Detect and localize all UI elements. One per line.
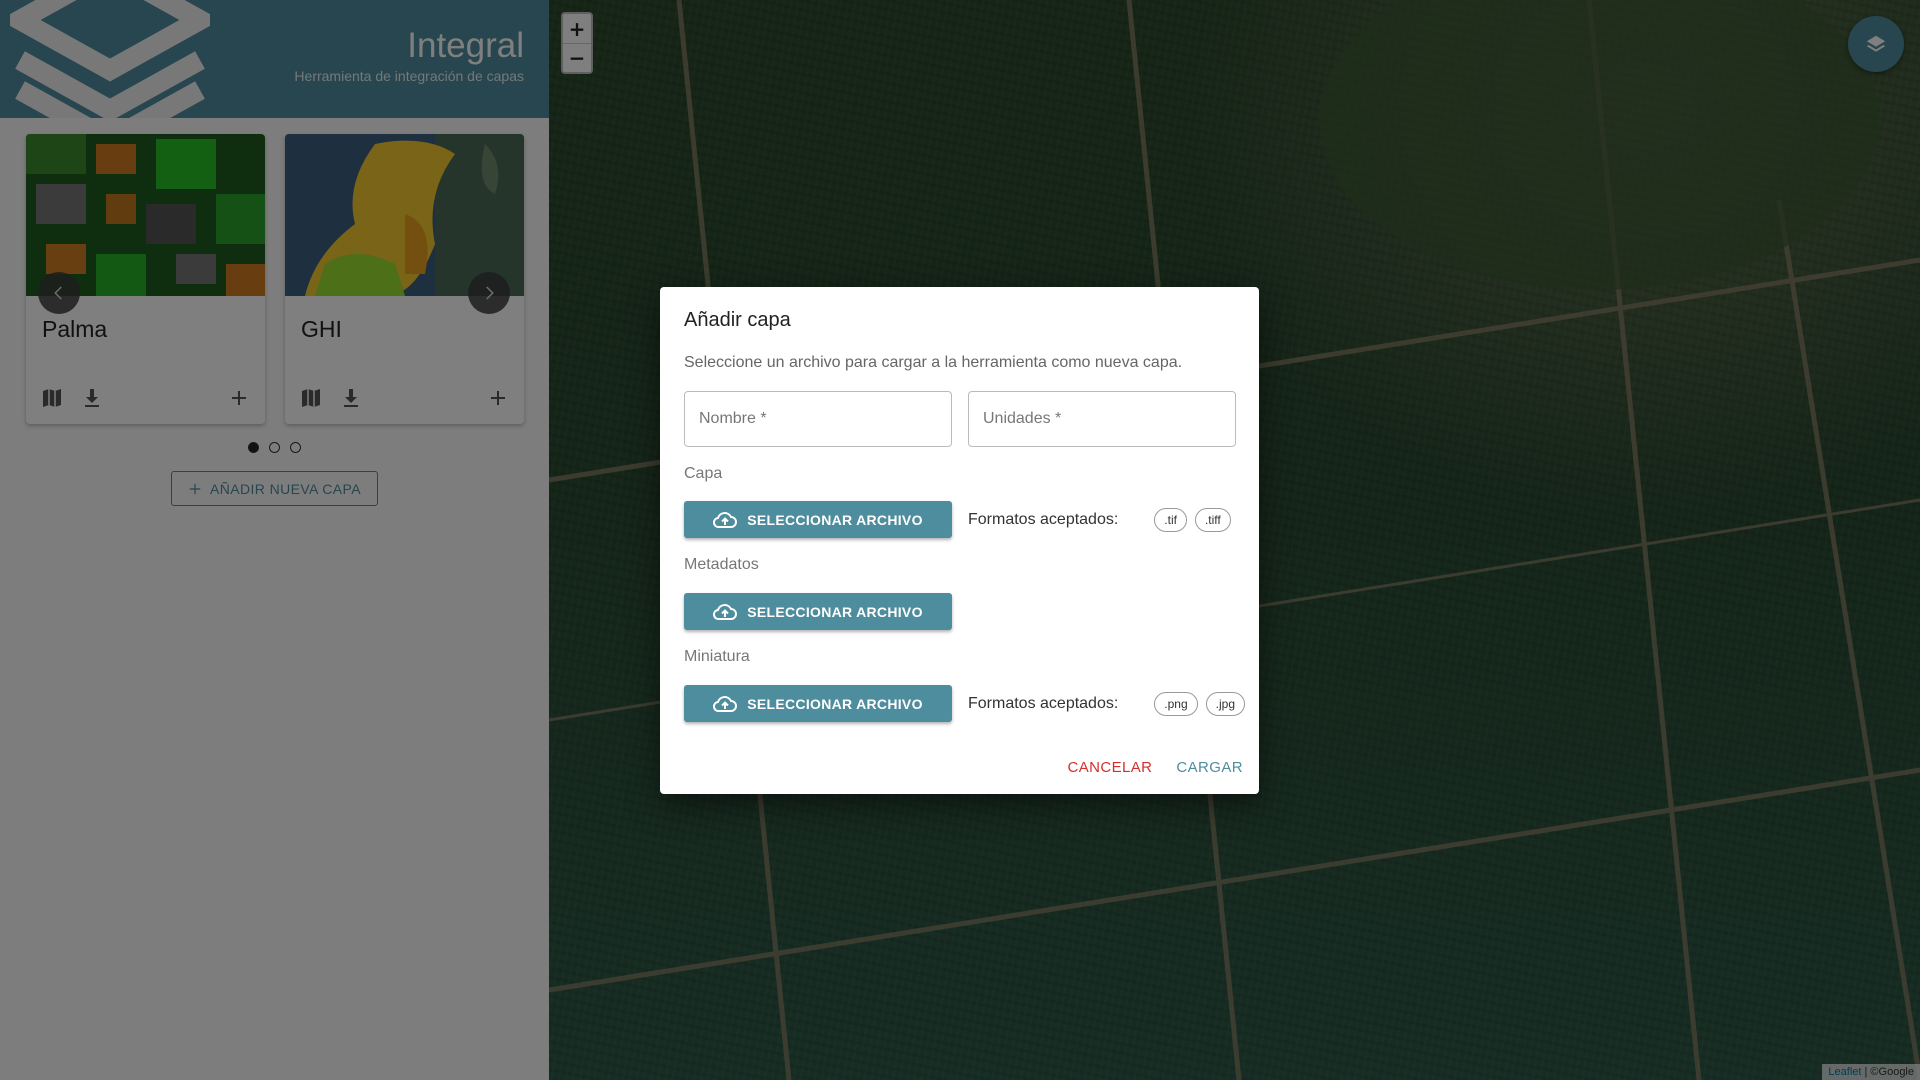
cloud-upload-icon (713, 603, 738, 620)
dialog-title: Añadir capa (684, 309, 791, 331)
add-layer-dialog: Añadir capa Seleccione un archivo para c… (660, 287, 1259, 794)
thumbnail-section-label: Miniatura (684, 648, 750, 665)
thumbnail-accepted-formats: Formatos aceptados: .png .jpg (968, 685, 1246, 722)
formats-label: Formatos aceptados: (968, 694, 1119, 712)
format-chip: .tif (1154, 507, 1187, 532)
layer-section-label: Capa (684, 465, 723, 482)
select-layer-file-button[interactable]: SELECCIONAR ARCHIVO (684, 501, 952, 538)
metadata-section-label: Metadatos (684, 556, 759, 573)
dialog-actions: CANCELAR CARGAR (1068, 759, 1243, 776)
name-input[interactable] (684, 391, 952, 447)
cancel-button[interactable]: CANCELAR (1068, 759, 1153, 776)
format-chip: .tiff (1194, 507, 1231, 532)
cloud-upload-icon (713, 511, 738, 528)
units-input[interactable] (968, 391, 1236, 447)
layer-accepted-formats: Formatos aceptados: .tif .tiff (968, 501, 1231, 538)
cloud-upload-icon (713, 695, 738, 712)
select-file-label: SELECCIONAR ARCHIVO (747, 695, 923, 712)
upload-button[interactable]: CARGAR (1176, 759, 1243, 776)
format-chip: .png (1154, 691, 1198, 716)
select-file-label: SELECCIONAR ARCHIVO (747, 603, 923, 620)
select-file-label: SELECCIONAR ARCHIVO (747, 511, 923, 528)
select-thumbnail-file-button[interactable]: SELECCIONAR ARCHIVO (684, 685, 952, 722)
formats-label: Formatos aceptados: (968, 510, 1119, 528)
dialog-description: Seleccione un archivo para cargar a la h… (684, 354, 1183, 371)
select-metadata-file-button[interactable]: SELECCIONAR ARCHIVO (684, 593, 952, 630)
format-chip: .jpg (1205, 691, 1246, 716)
